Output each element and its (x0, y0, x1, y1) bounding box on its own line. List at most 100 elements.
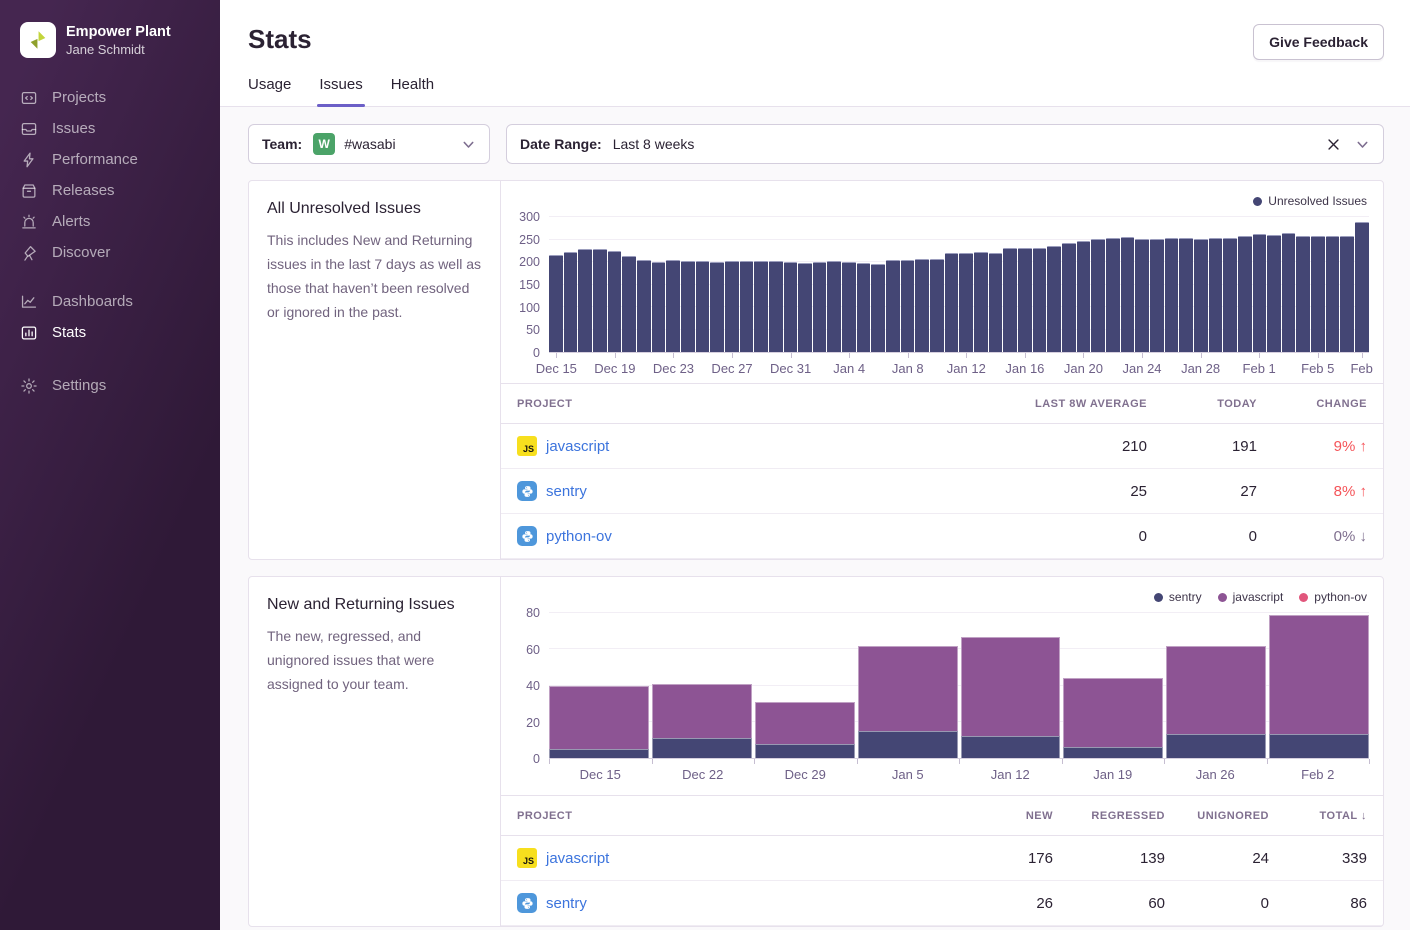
sidebar-item-projects[interactable]: Projects (0, 82, 220, 113)
x-tick-label: Dec 19 (594, 361, 635, 376)
bar (959, 253, 973, 352)
table-row: sentry2660086 (501, 881, 1383, 926)
x-tick-label: Jan 19 (1093, 767, 1132, 782)
x-tick-label: Dec 29 (785, 767, 826, 782)
bar (710, 262, 724, 352)
bar (1091, 239, 1105, 352)
tab-health[interactable]: Health (391, 76, 434, 106)
unignored-cell: 0 (1181, 881, 1285, 926)
x-tick-label: Jan 26 (1196, 767, 1235, 782)
y-tick-label: 60 (526, 643, 540, 657)
stacked-bar (755, 613, 855, 758)
bar (842, 262, 856, 352)
sidebar-item-discover[interactable]: Discover (0, 237, 220, 268)
stacked-bar (1063, 613, 1163, 758)
bar-segment-javascript (1063, 678, 1163, 747)
project-link[interactable]: sentry (546, 895, 587, 912)
project-cell: JS javascript (501, 836, 949, 881)
new-returning-issues-chart: sentryjavascriptpython-ov 020406080 Dec … (501, 577, 1383, 795)
python-icon (517, 526, 537, 546)
new-returning-issues-table: PROJECTNEWREGRESSEDUNIGNOREDTOTAL ↓ JS ja… (501, 795, 1383, 926)
bar (593, 249, 607, 352)
today-cell: 27 (1163, 469, 1273, 514)
y-tick-label: 200 (519, 255, 540, 269)
bar (578, 249, 592, 352)
sidebar-item-releases[interactable]: Releases (0, 175, 220, 206)
project-link[interactable]: python-ov (546, 528, 612, 545)
python-icon (517, 481, 537, 501)
legend-item: javascript (1218, 590, 1284, 604)
column-header[interactable]: PROJECT (501, 384, 978, 424)
team-select[interactable]: Team: W #wasabi (248, 124, 490, 164)
sidebar-item-alerts[interactable]: Alerts (0, 206, 220, 237)
give-feedback-button[interactable]: Give Feedback (1253, 24, 1384, 60)
project-link[interactable]: sentry (546, 483, 587, 500)
y-tick-label: 300 (519, 210, 540, 224)
avg-cell: 0 (978, 514, 1163, 559)
sidebar-item-stats[interactable]: Stats (0, 317, 220, 348)
project-link[interactable]: javascript (546, 850, 609, 867)
panel-title: All Unresolved Issues (267, 200, 482, 218)
sidebar-item-label: Releases (52, 182, 115, 199)
panel-title: New and Returning Issues (267, 596, 482, 614)
bar (1033, 248, 1047, 352)
org-name: Empower Plant (66, 23, 171, 41)
bar (754, 261, 768, 352)
unresolved-issues-panel: All Unresolved Issues This includes New … (248, 180, 1384, 560)
legend-label: Unresolved Issues (1268, 194, 1367, 208)
column-header[interactable]: NEW (949, 796, 1069, 836)
sidebar-item-dashboards[interactable]: Dashboards (0, 286, 220, 317)
bar-segment-sentry (961, 736, 1061, 758)
date-range-select[interactable]: Date Range: Last 8 weeks (506, 124, 1384, 164)
bar (622, 256, 636, 352)
bar (1106, 238, 1120, 352)
column-header[interactable]: TOTAL ↓ (1285, 796, 1383, 836)
column-header[interactable]: REGRESSED (1069, 796, 1181, 836)
bar (681, 261, 695, 352)
panel-description: This includes New and Returning issues i… (267, 228, 482, 324)
column-header[interactable]: PROJECT (501, 796, 949, 836)
column-header[interactable]: LAST 8W AVERAGE (978, 384, 1163, 424)
bar-segment-javascript (652, 684, 752, 738)
stacked-bar (549, 613, 649, 758)
javascript-icon: JS (517, 848, 537, 868)
issues-icon (20, 120, 38, 138)
bar (725, 261, 739, 352)
today-cell: 0 (1163, 514, 1273, 559)
sidebar-item-issues[interactable]: Issues (0, 113, 220, 144)
clear-icon[interactable] (1327, 138, 1340, 151)
bar (1223, 238, 1237, 352)
y-tick-label: 100 (519, 301, 540, 315)
panel-description: The new, regressed, and unignored issues… (267, 624, 482, 696)
sidebar-item-settings[interactable]: Settings (0, 370, 220, 401)
project-link[interactable]: javascript (546, 438, 609, 455)
column-header[interactable]: CHANGE (1273, 384, 1383, 424)
y-tick-label: 250 (519, 233, 540, 247)
bar-segment-sentry (1269, 734, 1369, 758)
avg-cell: 25 (978, 469, 1163, 514)
alerts-icon (20, 213, 38, 231)
x-tick-label: Feb 2 (1301, 767, 1334, 782)
sidebar-nav-secondary: DashboardsStats (0, 286, 220, 348)
bar (549, 255, 563, 352)
bar (1311, 236, 1325, 352)
legend-item: Unresolved Issues (1253, 194, 1367, 208)
column-header[interactable]: TODAY (1163, 384, 1273, 424)
column-header[interactable]: UNIGNORED (1181, 796, 1285, 836)
x-tick-label: Dec 31 (770, 361, 811, 376)
sidebar-item-performance[interactable]: Performance (0, 144, 220, 175)
new-cell: 176 (949, 836, 1069, 881)
bar (1003, 248, 1017, 352)
bar (1326, 236, 1340, 352)
tab-issues[interactable]: Issues (319, 76, 362, 106)
table-row: sentry25278% ↑ (501, 469, 1383, 514)
bar (1121, 237, 1135, 352)
org-switcher[interactable]: Empower Plant Jane Schmidt (0, 22, 220, 58)
total-cell: 339 (1285, 836, 1383, 881)
sidebar-item-label: Settings (52, 377, 106, 394)
bar (945, 253, 959, 352)
bar-segment-javascript (1269, 615, 1369, 735)
tab-usage[interactable]: Usage (248, 76, 291, 106)
page-title: Stats (248, 24, 312, 55)
team-label: Team: (262, 136, 302, 152)
